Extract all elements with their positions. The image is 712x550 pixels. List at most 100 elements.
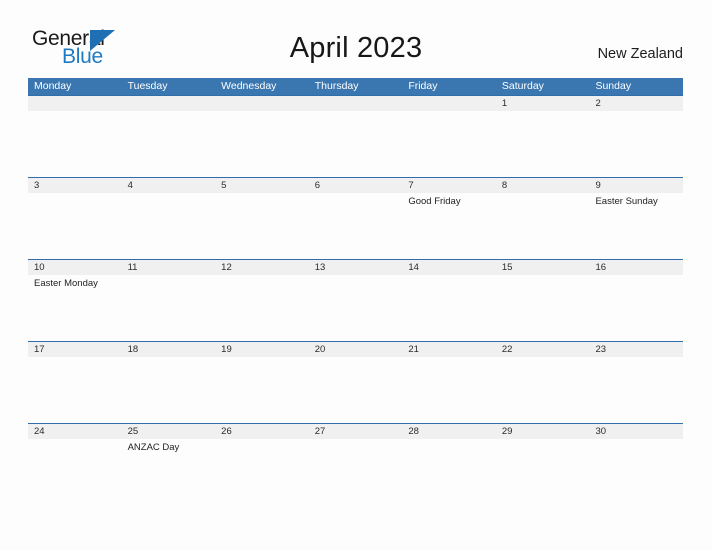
calendar-grid: Monday Tuesday Wednesday Thursday Friday… <box>28 78 683 505</box>
day-event-label: Easter Sunday <box>595 196 658 207</box>
day-number[interactable]: 16 <box>589 260 683 275</box>
day-number[interactable] <box>309 96 403 111</box>
day-cell[interactable] <box>589 275 683 341</box>
day-cell[interactable] <box>496 357 590 423</box>
day-number[interactable]: 28 <box>402 424 496 439</box>
day-number[interactable]: 12 <box>215 260 309 275</box>
day-cell[interactable] <box>122 111 216 177</box>
day-cell[interactable] <box>309 439 403 505</box>
day-number[interactable]: 8 <box>496 178 590 193</box>
day-cell[interactable] <box>28 111 122 177</box>
day-number[interactable]: 13 <box>309 260 403 275</box>
day-cell[interactable]: ANZAC Day <box>122 439 216 505</box>
day-number[interactable]: 14 <box>402 260 496 275</box>
day-cell[interactable] <box>589 357 683 423</box>
day-cell[interactable]: Easter Monday <box>28 275 122 341</box>
day-cell[interactable] <box>215 357 309 423</box>
day-number[interactable] <box>28 96 122 111</box>
calendar-week-row: 24 25 26 27 28 29 30 ANZAC Day <box>28 423 683 505</box>
day-number[interactable]: 23 <box>589 342 683 357</box>
week-date-band: 1 2 <box>28 95 683 111</box>
day-cell[interactable] <box>496 193 590 259</box>
day-cell[interactable] <box>122 357 216 423</box>
day-event-label: Good Friday <box>408 196 461 207</box>
day-cell[interactable] <box>28 439 122 505</box>
day-cell[interactable] <box>589 439 683 505</box>
day-number[interactable]: 9 <box>589 178 683 193</box>
week-event-band <box>28 111 683 177</box>
day-number[interactable]: 10 <box>28 260 122 275</box>
day-number[interactable]: 30 <box>589 424 683 439</box>
calendar-week-row: 1 2 <box>28 95 683 177</box>
day-cell[interactable] <box>402 357 496 423</box>
week-event-band: Good Friday Easter Sunday <box>28 193 683 259</box>
day-cell[interactable]: Good Friday <box>402 193 496 259</box>
day-cell[interactable] <box>215 275 309 341</box>
day-event-label: ANZAC Day <box>127 442 180 453</box>
day-cell[interactable]: Easter Sunday <box>589 193 683 259</box>
day-number[interactable]: 2 <box>589 96 683 111</box>
day-number[interactable]: 7 <box>402 178 496 193</box>
day-cell[interactable] <box>28 357 122 423</box>
week-date-band: 17 18 19 20 21 22 23 <box>28 341 683 357</box>
region-label: New Zealand <box>597 46 683 62</box>
day-cell[interactable] <box>215 193 309 259</box>
day-cell[interactable] <box>402 111 496 177</box>
day-number[interactable]: 27 <box>309 424 403 439</box>
day-number[interactable]: 15 <box>496 260 590 275</box>
day-number[interactable]: 5 <box>215 178 309 193</box>
day-number[interactable]: 11 <box>122 260 216 275</box>
calendar-week-row: 17 18 19 20 21 22 23 <box>28 341 683 423</box>
day-cell[interactable] <box>215 439 309 505</box>
week-event-band: Easter Monday <box>28 275 683 341</box>
day-cell[interactable] <box>402 275 496 341</box>
weekday-header-thursday: Thursday <box>314 80 359 92</box>
weekday-header-wednesday: Wednesday <box>221 80 277 92</box>
day-cell[interactable] <box>496 439 590 505</box>
day-number[interactable]: 24 <box>28 424 122 439</box>
day-number[interactable]: 1 <box>496 96 590 111</box>
day-cell[interactable] <box>122 275 216 341</box>
day-number[interactable]: 4 <box>122 178 216 193</box>
day-number[interactable] <box>122 96 216 111</box>
day-number[interactable]: 17 <box>28 342 122 357</box>
day-number[interactable]: 26 <box>215 424 309 439</box>
day-number[interactable]: 22 <box>496 342 590 357</box>
day-number[interactable] <box>402 96 496 111</box>
day-cell[interactable] <box>309 193 403 259</box>
day-cell[interactable] <box>28 193 122 259</box>
day-number[interactable]: 25 <box>122 424 216 439</box>
weekday-header-monday: Monday <box>34 80 72 92</box>
week-event-band: ANZAC Day <box>28 439 683 505</box>
day-number[interactable]: 19 <box>215 342 309 357</box>
day-cell[interactable] <box>496 111 590 177</box>
day-cell[interactable] <box>402 439 496 505</box>
calendar-week-row: 10 11 12 13 14 15 16 Easter Monday <box>28 259 683 341</box>
week-date-band: 10 11 12 13 14 15 16 <box>28 259 683 275</box>
day-cell[interactable] <box>122 193 216 259</box>
day-event-label: Easter Monday <box>34 278 98 289</box>
week-date-band: 24 25 26 27 28 29 30 <box>28 423 683 439</box>
week-event-band <box>28 357 683 423</box>
day-cell[interactable] <box>309 111 403 177</box>
day-cell[interactable] <box>309 275 403 341</box>
calendar-week-row: 3 4 5 6 7 8 9 Good Friday Easter Sunday <box>28 177 683 259</box>
day-number[interactable]: 6 <box>309 178 403 193</box>
weekday-header-tuesday: Tuesday <box>127 80 168 92</box>
weekday-header-friday: Friday <box>408 80 438 92</box>
day-number[interactable] <box>215 96 309 111</box>
day-number[interactable]: 3 <box>28 178 122 193</box>
calendar-page: General Blue April 2023 New Zealand Mond… <box>0 0 712 550</box>
day-number[interactable]: 18 <box>122 342 216 357</box>
day-cell[interactable] <box>496 275 590 341</box>
day-cell[interactable] <box>215 111 309 177</box>
day-number[interactable]: 29 <box>496 424 590 439</box>
day-cell[interactable] <box>589 111 683 177</box>
page-header: General Blue April 2023 New Zealand <box>0 0 712 78</box>
weekday-header-row: Monday Tuesday Wednesday Thursday Friday… <box>28 78 683 95</box>
day-number[interactable]: 21 <box>402 342 496 357</box>
day-cell[interactable] <box>309 357 403 423</box>
weekday-header-sunday: Sunday <box>595 80 632 92</box>
day-number[interactable]: 20 <box>309 342 403 357</box>
weekday-header-saturday: Saturday <box>501 80 544 92</box>
